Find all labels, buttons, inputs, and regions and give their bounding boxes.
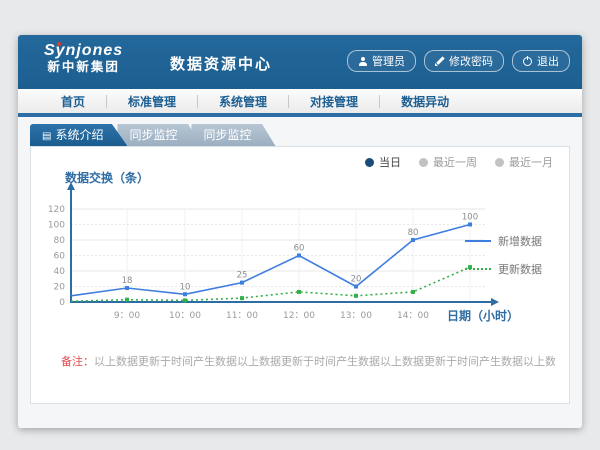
footer-note: 备注：以上数据更新于时间产生数据以上数据更新于时间产生数据以上数据更新于时间产生… [61,353,555,369]
svg-text:60: 60 [294,244,305,254]
legend-label-new-data: 新增数据 [498,233,542,249]
note-text: 以上数据更新于时间产生数据以上数据更新于时间产生数据以上数据更新于时间产生数据以… [94,356,555,368]
svg-text:12：00: 12：00 [283,311,315,321]
document-icon: ▤ [42,131,51,142]
page-title: 数据资源中心 [170,53,272,74]
svg-text:0: 0 [59,298,65,308]
app-header: Synjones 新中新集团 数据资源中心 管理员 修改密码 退出 [18,35,582,89]
svg-text:40: 40 [54,267,66,277]
tab-sync-monitor-1[interactable]: 同步监控 [117,124,201,146]
svg-text:日期（小时）: 日期（小时） [447,308,519,323]
power-icon [523,57,532,66]
tab-sync-monitor-2[interactable]: 同步监控 [191,124,275,146]
legend-item-new-data[interactable]: 新增数据 [465,233,557,249]
change-password-label: 修改密码 [449,53,493,69]
svg-text:100: 100 [462,213,478,223]
app-window: Synjones 新中新集团 数据资源中心 管理员 修改密码 退出 首页 标准管… [18,35,582,428]
green-dotted-line-icon [465,268,491,270]
nav-item-data-change[interactable]: 数据异动 [380,93,470,110]
user-icon [358,57,367,66]
logo-red-dot-icon [57,42,61,46]
main-nav: 首页 标准管理 系统管理 对接管理 数据异动 [18,89,582,117]
chart-panel: 当日 最近一周 最近一月 数据交换（条） 0204060801001209：00… [30,146,570,404]
svg-text:11：00: 11：00 [226,311,258,321]
svg-text:20: 20 [54,283,66,293]
blue-line-icon [465,240,491,242]
legend-item-updated-data[interactable]: 更新数据 [465,261,557,277]
svg-text:80: 80 [408,228,419,238]
svg-text:10：00: 10：00 [169,311,201,321]
nav-item-standard-mgmt[interactable]: 标准管理 [107,93,197,110]
note-prefix: 备注： [61,356,94,368]
logo-text-cn: 新中新集团 [44,60,123,74]
logo-text-en: Synjones [44,42,123,60]
series-legend: 新增数据 更新数据 [465,233,557,289]
change-password-button[interactable]: 修改密码 [424,50,504,72]
svg-text:9：00: 9：00 [114,311,140,321]
content-area: ▤系统介绍 同步监控 同步监控 当日 最近一周 最近一月 数据 [18,117,582,428]
svg-text:25: 25 [237,271,248,281]
svg-text:100: 100 [48,221,65,231]
company-logo: Synjones 新中新集团 [44,42,123,75]
logout-button[interactable]: 退出 [512,50,570,72]
svg-text:60: 60 [54,252,66,262]
nav-item-home[interactable]: 首页 [40,93,106,110]
svg-text:80: 80 [54,236,66,246]
user-toolbar: 管理员 修改密码 退出 [347,50,570,72]
tab-system-intro[interactable]: ▤系统介绍 [30,124,127,146]
svg-text:10: 10 [180,282,191,292]
admin-user-button[interactable]: 管理员 [347,50,416,72]
logout-label: 退出 [537,53,559,69]
edit-icon [435,57,444,66]
svg-text:20: 20 [351,275,362,285]
tab-bar: ▤系统介绍 同步监控 同步监控 [30,124,266,146]
admin-user-label: 管理员 [372,53,405,69]
nav-item-interface-mgmt[interactable]: 对接管理 [289,93,379,110]
svg-text:18: 18 [122,276,133,286]
svg-text:120: 120 [48,205,65,215]
svg-text:14：00: 14：00 [397,311,429,321]
legend-label-updated-data: 更新数据 [498,261,542,277]
nav-item-system-mgmt[interactable]: 系统管理 [198,93,288,110]
svg-text:13：00: 13：00 [340,311,372,321]
